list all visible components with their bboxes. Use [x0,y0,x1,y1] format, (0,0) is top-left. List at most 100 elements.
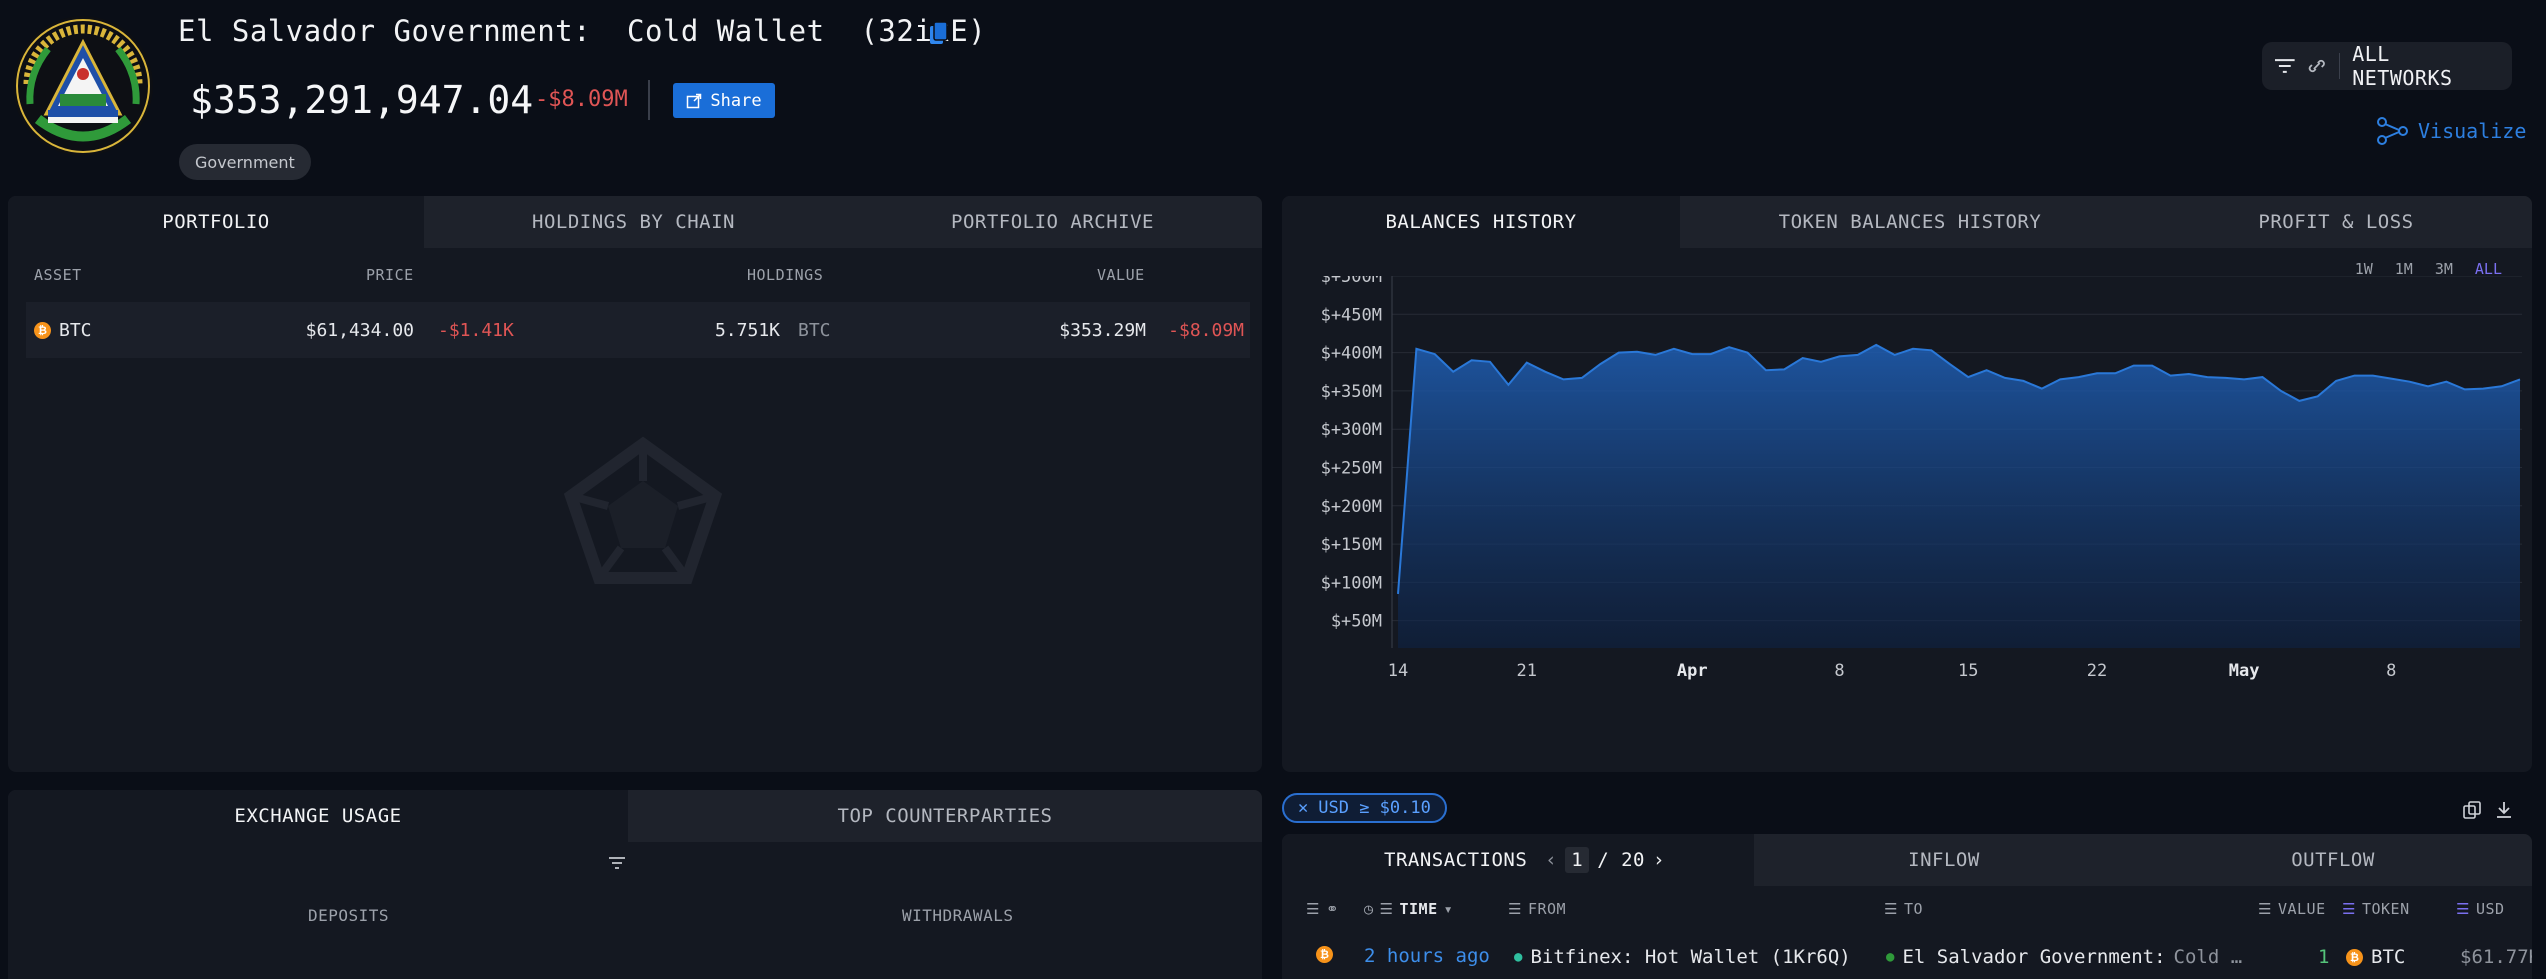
filter-icon[interactable] [608,856,626,870]
x-tick-label: 22 [2087,661,2107,681]
filter-icon[interactable]: ☰ [2456,900,2470,918]
next-page-icon[interactable]: › [1653,849,1665,871]
link-icon[interactable] [2306,57,2328,75]
total-balance: $353,291,947.04 [190,78,534,122]
pager: ‹ 1 / 20 › [1545,847,1665,873]
usd-filter-chip[interactable]: ✕ USD ≥ $0.10 [1282,793,1447,823]
col-token[interactable]: ☰ TOKEN [2342,900,2410,918]
tab-holdings-by-chain[interactable]: HOLDINGS BY CHAIN [424,196,843,248]
tx-token[interactable]: ₿ BTC [2346,946,2405,968]
balance-area [1398,344,2520,648]
visualize-link[interactable]: Visualize [2376,116,2526,146]
col-from[interactable]: ☰ FROM [1508,900,1566,918]
header-divider [648,80,650,120]
col-to-label: TO [1903,900,1924,918]
y-tick-label: $+400M [1321,344,1382,364]
filter-icon[interactable]: ☰ [1508,900,1522,918]
x-tick-label: Apr [1677,661,1708,681]
tab-portfolio[interactable]: PORTFOLIO [8,196,424,248]
filter-icon[interactable] [2274,57,2296,75]
tab-profit-loss[interactable]: PROFIT & LOSS [2140,196,2532,248]
btc-icon: ₿ [2346,948,2363,966]
col-from-label: FROM [1527,900,1567,918]
download-icon[interactable] [2494,800,2514,820]
balances-chart[interactable]: $+50M $+100M $+150M $+200M $+250M $+300M $+350… [1282,276,2532,772]
portfolio-panel: PORTFOLIO HOLDINGS BY CHAIN PORTFOLIO AR… [8,196,1262,772]
tab-outflow[interactable]: OUTFLOW [2134,834,2532,886]
page-current[interactable]: 1 [1565,847,1590,873]
y-tick-label: $+450M [1321,305,1382,325]
share-button[interactable]: Share [673,83,775,118]
transactions-tabs: TRANSACTIONS ‹ 1 / 20 › INFLOW OUTFLOW [1282,834,2532,886]
link-icon[interactable]: ⚭ [1326,900,1339,918]
tab-token-balances-history[interactable]: TOKEN BALANCES HISTORY [1680,196,2140,248]
withdrawals-label: WITHDRAWALS [902,906,1014,925]
asset-name: BTC [59,319,92,341]
tab-inflow[interactable]: INFLOW [1754,834,2134,886]
col-holdings: HOLDINGS [747,266,824,284]
sort-desc-icon[interactable]: ▾ [1444,900,1454,918]
tab-exchange-usage[interactable]: EXCHANGE USAGE [8,790,628,842]
filter-icon[interactable]: ☰ [2258,900,2272,918]
entity-tag[interactable]: Government [179,144,311,180]
transactions-panel: TRANSACTIONS ‹ 1 / 20 › INFLOW OUTFLOW ☰… [1282,834,2532,979]
col-value[interactable]: ☰ VALUE [2258,900,2326,918]
col-token-label: TOKEN [2361,900,2410,918]
arkham-watermark-icon [563,436,723,584]
y-tick-label: $+350M [1321,382,1382,402]
filter-icon[interactable]: ☰ [2342,900,2356,918]
y-tick-label: $+200M [1321,497,1382,517]
balances-panel: BALANCES HISTORY TOKEN BALANCES HISTORY … [1282,196,2532,772]
copy-icon[interactable] [928,20,950,48]
table-row[interactable]: ₿ BTC $61,434.00 -$1.41K 5.751K BTC $353… [26,302,1250,358]
tab-top-counterparties[interactable]: TOP COUNTERPARTIES [628,790,1262,842]
asset-value-change: -$8.09M [1168,319,1244,341]
copy-icon[interactable] [2462,800,2482,820]
tx-to[interactable]: ● El Salvador Government: Cold … [1886,946,2242,968]
tx-token-label: BTC [2371,946,2406,968]
share-label: Share [710,90,762,111]
filter-icon[interactable]: ☰ [1884,900,1898,918]
tx-time[interactable]: 2 hours ago [1364,945,1490,967]
btc-icon: ₿ [34,321,51,339]
col-time[interactable]: ◷ ☰ TIME ▾ [1364,900,1453,918]
visualize-label: Visualize [2418,119,2527,143]
balances-tabs: BALANCES HISTORY TOKEN BALANCES HISTORY … [1282,196,2532,248]
col-time-label: TIME [1399,900,1438,918]
tx-filter-controls: ☰ ⚭ [1306,900,1339,918]
tx-value: 1 [2318,946,2330,968]
asset-value: $353.29M [1059,319,1146,341]
filter-icon[interactable]: ☰ [1306,900,1320,918]
tx-from[interactable]: ● Bitfinex: Hot Wallet (1Kr6Q) [1514,946,1851,968]
asset-price-change: -$1.41K [438,319,514,341]
x-tick-label: May [2229,661,2260,681]
network-selector[interactable]: ALL NETWORKS [2262,42,2512,90]
tx-to-label: El Salvador Government: [1902,946,2166,968]
x-tick-label: 21 [1517,661,1537,681]
prev-page-icon[interactable]: ‹ [1545,849,1557,871]
networks-divider [2339,53,2341,79]
usd-filter-label: USD ≥ $0.10 [1318,798,1431,818]
col-price: PRICE [366,266,414,284]
tab-transactions[interactable]: TRANSACTIONS ‹ 1 / 20 › [1282,834,1754,886]
col-usd[interactable]: ☰ USD [2456,900,2505,918]
exchange-tabs: EXCHANGE USAGE TOP COUNTERPARTIES [8,790,1262,842]
entity-title: El Salvador Government: Cold Wallet (32i… [178,14,987,48]
el-salvador-icon: ● [1886,949,1895,965]
page-total: / 20 [1597,849,1645,871]
x-tick-label: 14 [1388,661,1408,681]
filter-icon[interactable]: ☰ [1380,900,1394,918]
networks-label[interactable]: ALL NETWORKS [2352,42,2500,90]
x-tick-label: 15 [1958,661,1978,681]
close-icon[interactable]: ✕ [1298,798,1308,818]
tx-tools [2462,800,2514,820]
deposits-label: DEPOSITS [308,906,390,925]
tab-balances-history[interactable]: BALANCES HISTORY [1282,196,1680,248]
col-to[interactable]: ☰ TO [1884,900,1923,918]
tab-transactions-label: TRANSACTIONS [1384,849,1528,871]
asset-holdings: 5.751K [714,319,780,341]
external-link-icon [687,93,702,108]
col-usd-label: USD [2475,900,2505,918]
col-asset: ASSET [34,266,82,284]
tab-portfolio-archive[interactable]: PORTFOLIO ARCHIVE [843,196,1262,248]
